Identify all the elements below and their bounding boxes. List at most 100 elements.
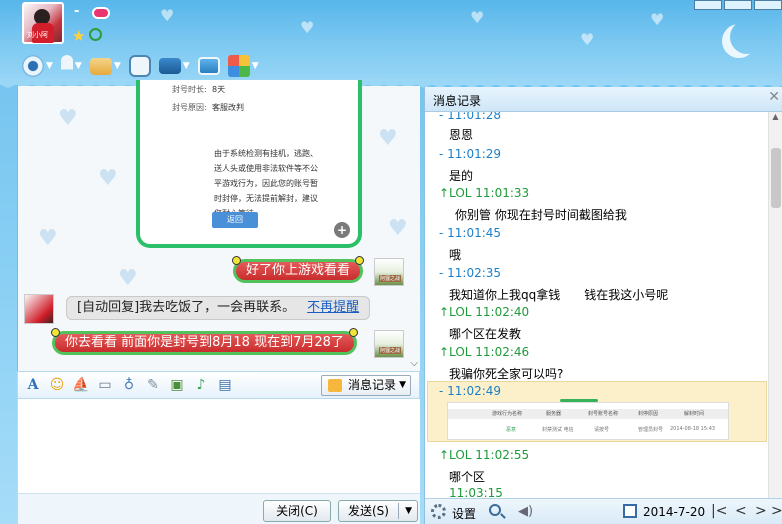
back-button[interactable]: 返回	[212, 212, 258, 228]
thumbnail-header-cell: 服务器	[546, 411, 562, 417]
close-icon[interactable]: ✕	[768, 89, 780, 105]
speaker-icon[interactable]: ◀)	[518, 504, 533, 519]
history-timestamp: ↑LOL 11:02:55	[439, 448, 530, 462]
image-icon[interactable]: ▣	[168, 376, 186, 394]
contact-nickname: -	[74, 4, 80, 19]
video-call-button[interactable]: ▼	[20, 53, 55, 79]
history-footer: 设置 ◀) 2014-7-20 |< < > >|	[425, 498, 782, 524]
sent-message-bubble: 好了你上游戏看看	[231, 256, 365, 283]
history-message: 是的	[449, 169, 474, 183]
next-page-button[interactable]: >	[755, 503, 767, 519]
heart-decoration-icon: ♥	[470, 8, 485, 27]
self-avatar[interactable]: 阿狸之战	[374, 330, 404, 358]
history-message: 恩恩	[449, 128, 474, 142]
ban-reason-value: 客服改判	[212, 103, 244, 112]
history-icon	[328, 379, 342, 392]
contact-avatar[interactable]: 刘小阿	[22, 2, 64, 44]
remote-desktop-icon	[158, 58, 181, 74]
chat-toolbar: ▼ ▼ ▼ ▼ ▼	[20, 52, 261, 80]
thumbnail-cell: 管理员封号	[638, 427, 664, 433]
window-controls	[692, 0, 782, 10]
share-screen-button[interactable]	[196, 53, 222, 79]
history-title: 消息记录	[433, 94, 482, 108]
font-icon[interactable]: A	[24, 376, 42, 394]
thumbnail-cell: 2014-08-18 15:43	[670, 426, 716, 432]
auto-reply-bubble: [自动回复]我去吃饭了，一会再联系。 不再提醒	[66, 296, 371, 320]
history-date[interactable]: 2014-7-20	[643, 505, 705, 519]
history-button-label: 消息记录	[348, 378, 397, 392]
first-page-button[interactable]: |<	[711, 503, 727, 519]
close-button[interactable]: 关闭(C)	[263, 500, 331, 522]
message-add-icon	[128, 55, 151, 77]
heart-decoration-icon: ♥	[378, 126, 398, 151]
gear-icon[interactable]	[431, 504, 446, 519]
apps-icon	[227, 55, 250, 77]
sent-message-bubble: 你去看看 前面你是封号到8月18 现在到7月28了	[51, 328, 358, 355]
message-input[interactable]	[17, 399, 420, 493]
calendar-icon[interactable]	[623, 504, 637, 518]
last-page-button[interactable]: >|	[771, 503, 782, 519]
ban-reason-row: 封号原因: 客服改判	[172, 102, 244, 113]
thumbnail-cell: 封禁测试 电信	[542, 427, 574, 433]
heart-decoration-icon: ♥	[580, 30, 595, 49]
history-scrollbar[interactable]: ▲	[768, 112, 782, 498]
message-history-button[interactable]: 消息记录 ▼	[321, 375, 411, 396]
history-message: 我知道你上我qq拿钱 钱在我这小号呢	[449, 288, 669, 302]
thumbnail-header-cell: 封停原因	[638, 411, 659, 417]
thumbnail-header-cell: 封号账号名称	[588, 411, 619, 417]
sail-icon[interactable]: ⛵	[72, 376, 90, 394]
send-button[interactable]: 发送(S) ▼	[338, 500, 418, 522]
history-timestamp: ↑LOL 11:01:33	[439, 186, 530, 200]
history-timestamp: ↑LOL 11:02:46	[439, 345, 530, 359]
folder-icon	[89, 57, 112, 75]
voice-call-button[interactable]: ▼	[59, 53, 84, 79]
scrollbar-thumb[interactable]	[771, 148, 781, 208]
dont-remind-link[interactable]: 不再提醒	[307, 300, 359, 315]
self-avatar[interactable]: 阿狸之战	[374, 258, 404, 286]
chat-message-area[interactable]: ♥ ♥ ♥ ♥ ♥ ♥ 封号时长: 8天 封号原因: 客服改判 由于系统检测有挂机，…	[17, 80, 420, 371]
heart-decoration-icon: ♥	[650, 10, 665, 29]
screenshot-icon[interactable]: ▤	[216, 376, 234, 394]
history-message: 哪个区在发教	[449, 327, 522, 341]
self-avatar-label: 阿狸之战	[379, 275, 402, 282]
video-clip-icon[interactable]: ▭	[96, 376, 114, 394]
settings-label[interactable]: 设置	[452, 505, 476, 522]
history-message: 哦	[449, 248, 462, 262]
history-timestamp: ↑LOL 11:02:40	[439, 305, 530, 319]
create-discussion-button[interactable]	[127, 53, 153, 79]
doodle-icon[interactable]: ✎	[144, 376, 162, 394]
screenshot-thumbnail[interactable]: 游戏行为名称 服务器 封号账号名称 封停原因 解封时间 恶意 封禁测试 电信 请…	[447, 399, 729, 440]
history-timestamp: 11:03:15	[449, 486, 503, 498]
emoji-icon[interactable]: ☺	[48, 376, 66, 394]
history-list[interactable]: - 11:01:28 恩恩 - 11:01:29 是的 ↑LOL 11:01:3…	[425, 112, 769, 498]
thumbnail-header-cell: 游戏行为名称	[492, 411, 523, 417]
self-avatar-label: 阿狸之战	[379, 347, 402, 354]
send-file-button[interactable]: ▼	[88, 53, 123, 79]
prev-page-button[interactable]: <	[735, 503, 747, 519]
minimize-button[interactable]	[694, 0, 722, 10]
chevron-down-icon[interactable]: ▼	[405, 501, 412, 521]
heart-decoration-icon: ♥	[300, 18, 315, 37]
thumbnail-header-cell: 解封时间	[684, 411, 705, 417]
apps-button[interactable]: ▼	[226, 53, 261, 79]
qq-show-icon[interactable]	[92, 7, 110, 19]
window-header: ♥ ♥ ♥ ♥ ♥ 刘小阿 - ★ ▼ ▼ ▼ ▼ ▼	[0, 0, 782, 93]
maximize-button[interactable]	[724, 0, 752, 10]
friend-avatar[interactable]	[24, 294, 54, 324]
screen-share-icon	[197, 57, 220, 75]
scroll-up-icon[interactable]: ▲	[769, 112, 782, 125]
voice-message-icon[interactable]: ♁	[120, 376, 138, 394]
close-window-button[interactable]	[754, 0, 782, 10]
send-button-label: 发送(S)	[348, 504, 389, 518]
music-icon[interactable]: ♪	[192, 376, 210, 394]
zoom-in-icon[interactable]: +	[334, 222, 350, 238]
star-icon[interactable]: ★	[72, 27, 85, 45]
history-timestamp: - 11:02:49	[439, 384, 502, 398]
history-timestamp: - 11:01:28	[439, 112, 502, 122]
status-icon[interactable]	[89, 28, 102, 41]
screenshot-card[interactable]: 封号时长: 8天 封号原因: 客服改判 由于系统检测有挂机，逃跑、送人头或使用非法软…	[136, 80, 362, 248]
remote-assistance-button[interactable]: ▼	[157, 53, 192, 79]
search-icon[interactable]	[489, 504, 501, 516]
ban-duration-row: 封号时长: 8天	[172, 84, 225, 95]
scroll-down-icon[interactable]: ⌵	[410, 358, 418, 369]
